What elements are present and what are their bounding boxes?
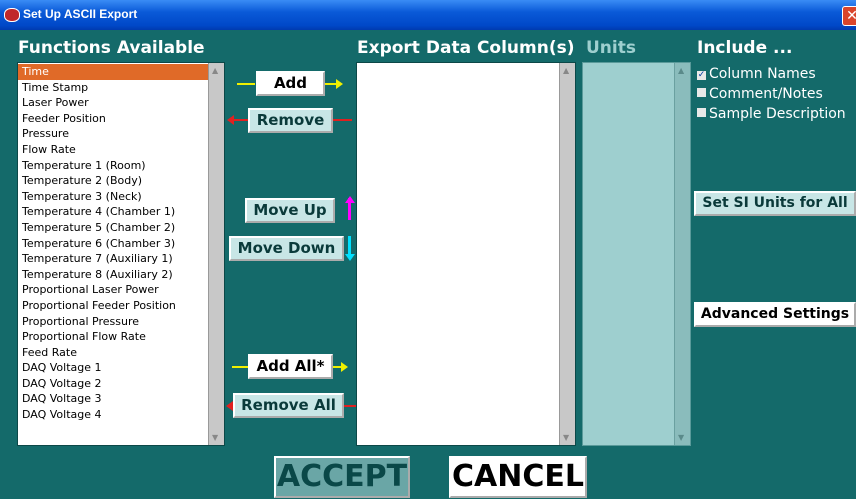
functions-list: Time Time Stamp Laser Power Feeder Position…: [18, 63, 208, 423]
list-item[interactable]: Temperature 8 (Auxiliary 2): [18, 267, 208, 283]
functions-heading: Functions Available: [18, 38, 205, 58]
list-item[interactable]: Temperature 7 (Auxiliary 1): [18, 251, 208, 267]
column-names-checkbox[interactable]: ✓ Column Names: [697, 65, 816, 83]
scroll-up-icon[interactable]: ▲: [212, 66, 218, 75]
move-up-button[interactable]: Move Up: [245, 198, 335, 223]
list-item[interactable]: Pressure: [18, 126, 208, 142]
set-si-units-button[interactable]: Set SI Units for All: [694, 191, 856, 216]
remove-arrow-right-line: [333, 119, 352, 121]
list-item[interactable]: Flow Rate: [18, 142, 208, 158]
scroll-down-icon[interactable]: ▼: [563, 433, 569, 442]
unchecked-icon: [697, 108, 706, 117]
app-icon: [4, 8, 20, 22]
scroll-down-icon[interactable]: ▼: [678, 433, 684, 442]
remove-arrow-line: [233, 119, 249, 121]
arrow-left-icon: [226, 401, 233, 411]
arrow-down-icon: [345, 254, 355, 261]
add-button[interactable]: Add: [256, 71, 325, 96]
add-arrow-left-line: [237, 83, 255, 85]
arrow-right-icon: [336, 79, 343, 89]
export-scrollbar[interactable]: ▲ ▼: [559, 63, 575, 445]
remove-all-arrow-line: [344, 405, 356, 407]
window-title: Set Up ASCII Export: [23, 7, 138, 21]
list-item[interactable]: DAQ Voltage 4: [18, 407, 208, 423]
comment-notes-checkbox[interactable]: Comment/Notes: [697, 85, 823, 103]
close-button[interactable]: ✕: [842, 6, 856, 26]
accept-button[interactable]: ACCEPT: [274, 456, 410, 498]
units-heading: Units: [586, 38, 636, 58]
sample-description-checkbox[interactable]: Sample Description: [697, 105, 846, 123]
unchecked-icon: [697, 88, 706, 97]
list-item[interactable]: Laser Power: [18, 95, 208, 111]
move-down-arrow-line: [348, 236, 351, 256]
advanced-settings-button[interactable]: Advanced Settings: [694, 302, 856, 327]
list-item[interactable]: Proportional Flow Rate: [18, 329, 208, 345]
list-item[interactable]: DAQ Voltage 3: [18, 391, 208, 407]
list-item[interactable]: Time Stamp: [18, 80, 208, 96]
list-item[interactable]: Temperature 4 (Chamber 1): [18, 204, 208, 220]
list-item[interactable]: Temperature 1 (Room): [18, 158, 208, 174]
list-item[interactable]: Temperature 2 (Body): [18, 173, 208, 189]
list-item[interactable]: DAQ Voltage 1: [18, 360, 208, 376]
cancel-button[interactable]: CANCEL: [449, 456, 587, 498]
scroll-up-icon[interactable]: ▲: [678, 66, 684, 75]
list-item[interactable]: Proportional Feeder Position: [18, 298, 208, 314]
arrow-right-icon: [341, 362, 348, 372]
list-item[interactable]: Feed Rate: [18, 345, 208, 361]
include-heading: Include ...: [697, 38, 793, 58]
list-item[interactable]: DAQ Voltage 2: [18, 376, 208, 392]
units-listbox[interactable]: ▲ ▼: [582, 62, 691, 446]
remove-all-button[interactable]: Remove All: [233, 393, 344, 418]
add-all-arrow-left-line: [232, 366, 248, 368]
scroll-down-icon[interactable]: ▼: [212, 433, 218, 442]
functions-listbox[interactable]: Time Time Stamp Laser Power Feeder Position…: [17, 62, 225, 446]
units-scrollbar[interactable]: ▲ ▼: [674, 63, 690, 445]
functions-scrollbar[interactable]: ▲ ▼: [208, 63, 224, 445]
export-heading: Export Data Column(s): [357, 38, 575, 58]
title-bar: Set Up ASCII Export ✕: [0, 0, 856, 30]
list-item[interactable]: Temperature 6 (Chamber 3): [18, 236, 208, 252]
list-item[interactable]: Temperature 3 (Neck): [18, 189, 208, 205]
scroll-up-icon[interactable]: ▲: [563, 66, 569, 75]
checked-icon: ✓: [697, 70, 706, 80]
add-all-button[interactable]: Add All*: [248, 354, 333, 379]
list-item[interactable]: Proportional Pressure: [18, 314, 208, 330]
list-item[interactable]: Proportional Laser Power: [18, 282, 208, 298]
list-item[interactable]: Feeder Position: [18, 111, 208, 127]
arrow-up-icon: [345, 196, 355, 203]
remove-button[interactable]: Remove: [248, 108, 333, 133]
list-item[interactable]: Time: [18, 64, 208, 80]
list-item[interactable]: Temperature 5 (Chamber 2): [18, 220, 208, 236]
export-listbox[interactable]: ▲ ▼: [356, 62, 576, 446]
move-down-button[interactable]: Move Down: [229, 236, 344, 261]
